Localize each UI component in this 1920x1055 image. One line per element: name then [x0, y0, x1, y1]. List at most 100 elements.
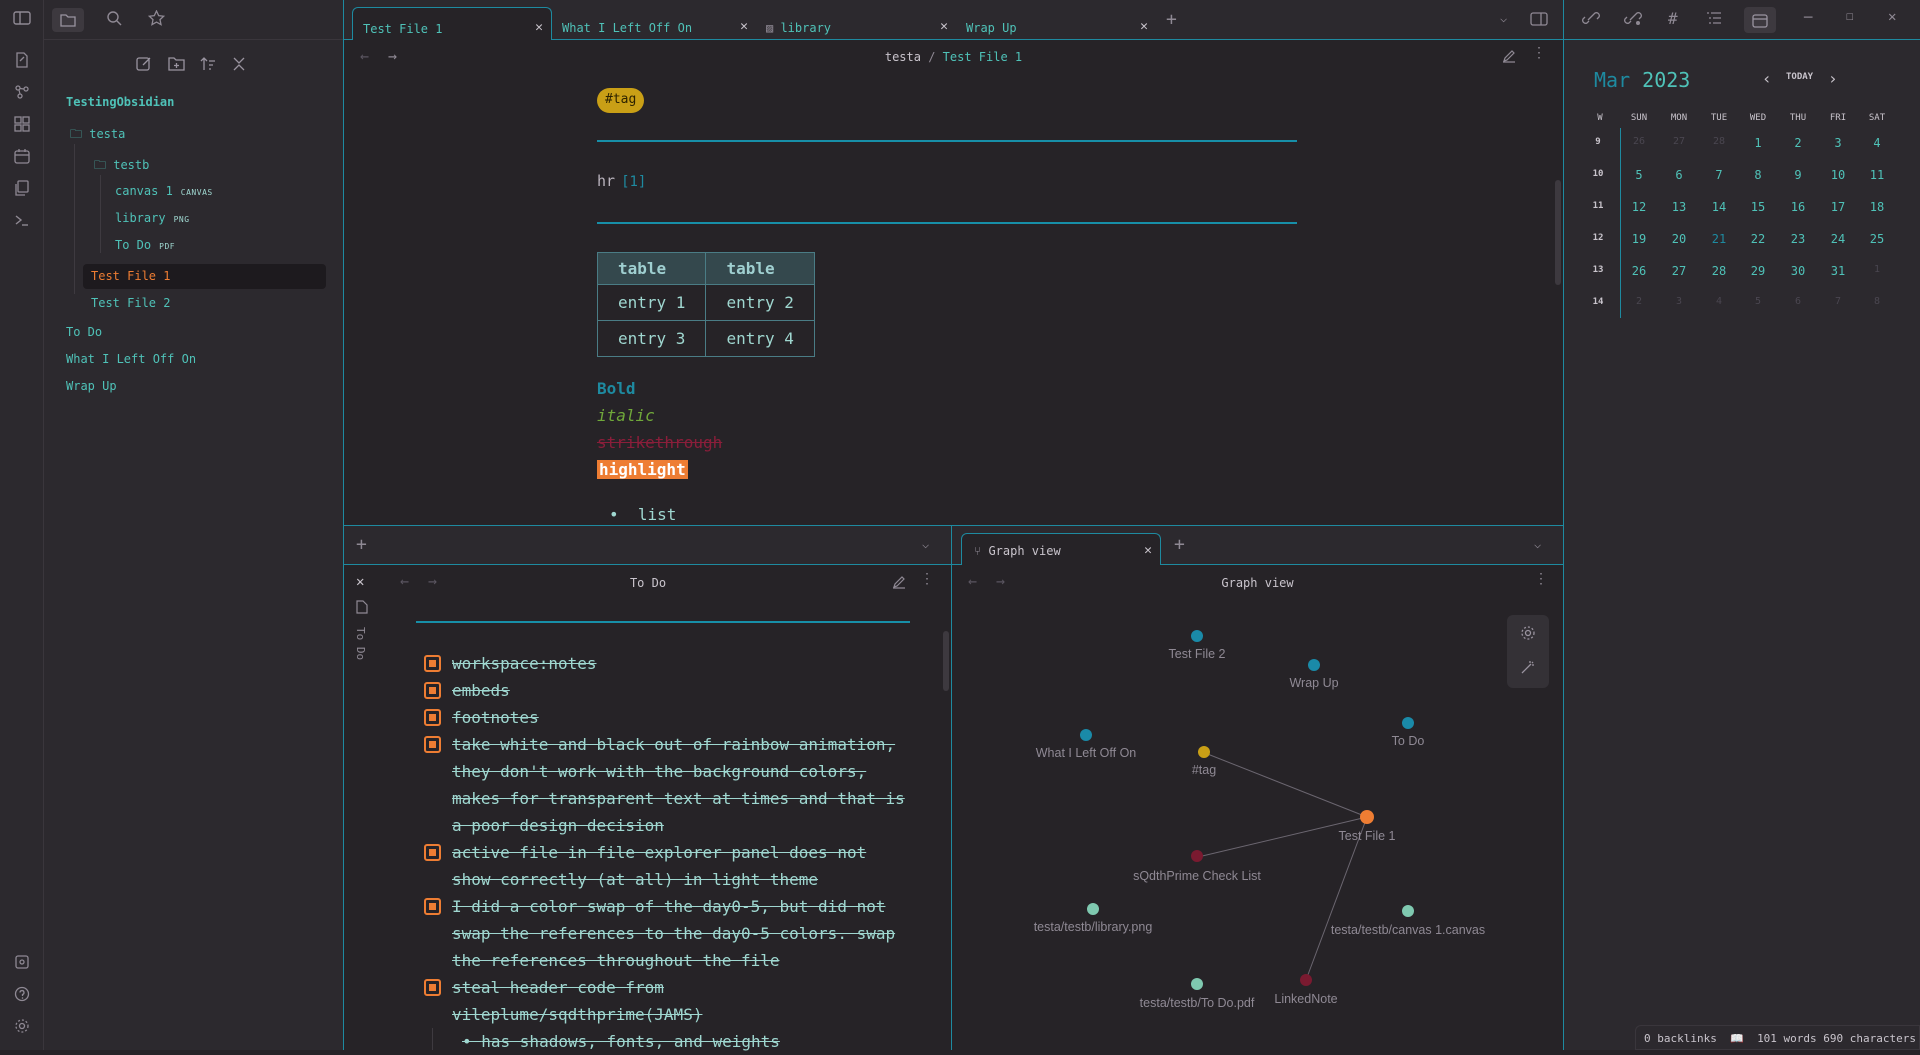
calendar-day[interactable]: 7 [1824, 296, 1852, 307]
settings-gear-icon[interactable] [12, 1016, 32, 1036]
calendar-day[interactable]: 4 [1705, 296, 1733, 307]
tab-library[interactable]: ▨ library ✕ [756, 7, 956, 40]
backlinks-icon[interactable] [1582, 10, 1600, 26]
calendar-week-number[interactable]: 12 [1590, 233, 1606, 243]
graph-node[interactable] [1191, 978, 1203, 990]
calendar-day[interactable]: 23 [1784, 232, 1812, 246]
more-options-icon[interactable]: ⋮ [920, 571, 934, 587]
next-month-chevron-icon[interactable]: › [1828, 69, 1838, 88]
breadcrumb-parent[interactable]: testa [885, 50, 921, 64]
folder-testb[interactable]: 🗀 testb [94, 156, 149, 177]
close-icon[interactable]: ✕ [740, 19, 748, 34]
graph-node[interactable] [1087, 903, 1099, 915]
close-window-icon[interactable]: ✕ [1888, 9, 1896, 25]
editor-scrollbar[interactable] [1555, 180, 1561, 285]
collapse-all-icon[interactable] [232, 56, 246, 72]
graph-node[interactable] [1191, 630, 1203, 642]
new-tab-icon[interactable]: + [1166, 9, 1177, 30]
tab-list-chevron-icon[interactable]: ⌵ [922, 537, 929, 551]
file-test-file-1[interactable]: Test File 1 [91, 269, 170, 283]
animate-wand-icon[interactable] [1520, 659, 1536, 675]
calendar-day[interactable]: 25 [1863, 232, 1891, 246]
calendar-day[interactable]: 11 [1863, 168, 1891, 182]
calendar-day[interactable]: 24 [1824, 232, 1852, 246]
calendar-week-number[interactable]: 13 [1590, 265, 1606, 275]
calendar-day[interactable]: 2 [1784, 136, 1812, 150]
calendar-day[interactable]: 14 [1705, 200, 1733, 214]
close-icon[interactable]: ✕ [940, 19, 948, 34]
minimize-window-icon[interactable]: ─ [1804, 10, 1812, 26]
folder-testa[interactable]: 🗀 testa [70, 125, 125, 146]
vault-switcher-icon[interactable] [12, 952, 32, 972]
calendar-tab-icon[interactable] [1744, 7, 1776, 33]
file-test-file-2[interactable]: Test File 2 [91, 296, 170, 310]
calendar-day[interactable]: 27 [1665, 264, 1693, 278]
task-checkbox[interactable] [424, 898, 441, 915]
close-icon[interactable]: ✕ [1144, 543, 1152, 558]
calendar-week-number[interactable]: 14 [1590, 297, 1606, 307]
calendar-day[interactable]: 31 [1824, 264, 1852, 278]
calendar-day[interactable]: 21 [1705, 232, 1733, 246]
calendar-day[interactable]: 4 [1863, 136, 1891, 150]
calendar-day[interactable]: 13 [1665, 200, 1693, 214]
calendar-day[interactable]: 2 [1625, 296, 1653, 307]
new-folder-icon[interactable] [168, 56, 185, 71]
task-checkbox[interactable] [424, 979, 441, 996]
calendar-day[interactable]: 19 [1625, 232, 1653, 246]
footnote-ref[interactable]: [1] [621, 174, 646, 190]
calendar-day[interactable]: 15 [1744, 200, 1772, 214]
task-checkbox[interactable] [424, 736, 441, 753]
calendar-day[interactable]: 10 [1824, 168, 1852, 182]
close-icon[interactable]: ✕ [535, 20, 543, 35]
calendar-day[interactable]: 26 [1625, 136, 1653, 147]
backlinks-count[interactable]: 0 backlinks [1644, 1032, 1717, 1045]
calendar-day[interactable]: 3 [1824, 136, 1852, 150]
calendar-day[interactable]: 20 [1665, 232, 1693, 246]
vault-name[interactable]: TestingObsidian [66, 95, 174, 109]
calendar-day[interactable]: 3 [1665, 296, 1693, 307]
calendar-day[interactable]: 9 [1784, 168, 1812, 182]
calendar-week-number[interactable]: 9 [1590, 137, 1606, 147]
calendar-day[interactable]: 5 [1744, 296, 1772, 307]
file-todo-pdf[interactable]: To Do PDF [115, 238, 175, 252]
tags-hash-icon[interactable]: # [1668, 9, 1678, 28]
graph-node[interactable] [1308, 659, 1320, 671]
calendar-week-number[interactable]: 11 [1590, 201, 1606, 211]
file-to-do[interactable]: To Do [66, 325, 102, 339]
calendar-day[interactable]: 26 [1625, 264, 1653, 278]
toggle-right-sidebar-icon[interactable] [1530, 12, 1548, 26]
file-what-i-left-off-on[interactable]: What I Left Off On [66, 352, 196, 366]
tab-graph-view[interactable]: ⑂ Graph view ✕ [961, 533, 1161, 566]
canvas-icon[interactable] [12, 114, 32, 134]
graph-node[interactable] [1080, 729, 1092, 741]
calendar-day[interactable]: 8 [1744, 168, 1772, 182]
daily-note-icon[interactable] [12, 146, 32, 166]
calendar-day[interactable]: 17 [1824, 200, 1852, 214]
graph-node[interactable] [1191, 850, 1203, 862]
tab-list-chevron-icon[interactable]: ⌵ [1534, 537, 1541, 551]
task-checkbox[interactable] [424, 709, 441, 726]
calendar-day[interactable]: 16 [1784, 200, 1812, 214]
calendar-day[interactable]: 30 [1784, 264, 1812, 278]
file-wrap-up[interactable]: Wrap Up [66, 379, 117, 393]
graph-node-active[interactable] [1360, 810, 1374, 824]
calendar-day[interactable]: 29 [1744, 264, 1772, 278]
calendar-day[interactable]: 28 [1705, 264, 1733, 278]
tab-wrap-up[interactable]: Wrap Up ✕ [956, 7, 1156, 40]
today-button[interactable]: TODAY [1786, 72, 1813, 82]
graph-node[interactable] [1300, 974, 1312, 986]
toggle-sidebar-icon[interactable] [12, 8, 32, 28]
new-tab-icon[interactable]: + [1174, 534, 1185, 555]
task-checkbox[interactable] [424, 655, 441, 672]
calendar-week-number[interactable]: 10 [1590, 169, 1606, 179]
outline-list-icon[interactable] [1706, 11, 1722, 25]
calendar-day[interactable]: 7 [1705, 168, 1733, 182]
graph-node[interactable] [1402, 905, 1414, 917]
tab-list-chevron-icon[interactable]: ⌵ [1500, 11, 1507, 25]
tab-test-file-1[interactable]: Test File 1 ✕ [352, 7, 552, 40]
edit-pencil-icon[interactable] [1502, 49, 1516, 63]
maximize-window-icon[interactable]: ☐ [1846, 9, 1854, 24]
search-icon[interactable] [106, 10, 122, 26]
edit-pencil-icon[interactable] [892, 575, 906, 589]
tab-what-i-left-off-on[interactable]: What I Left Off On ✕ [552, 7, 756, 40]
